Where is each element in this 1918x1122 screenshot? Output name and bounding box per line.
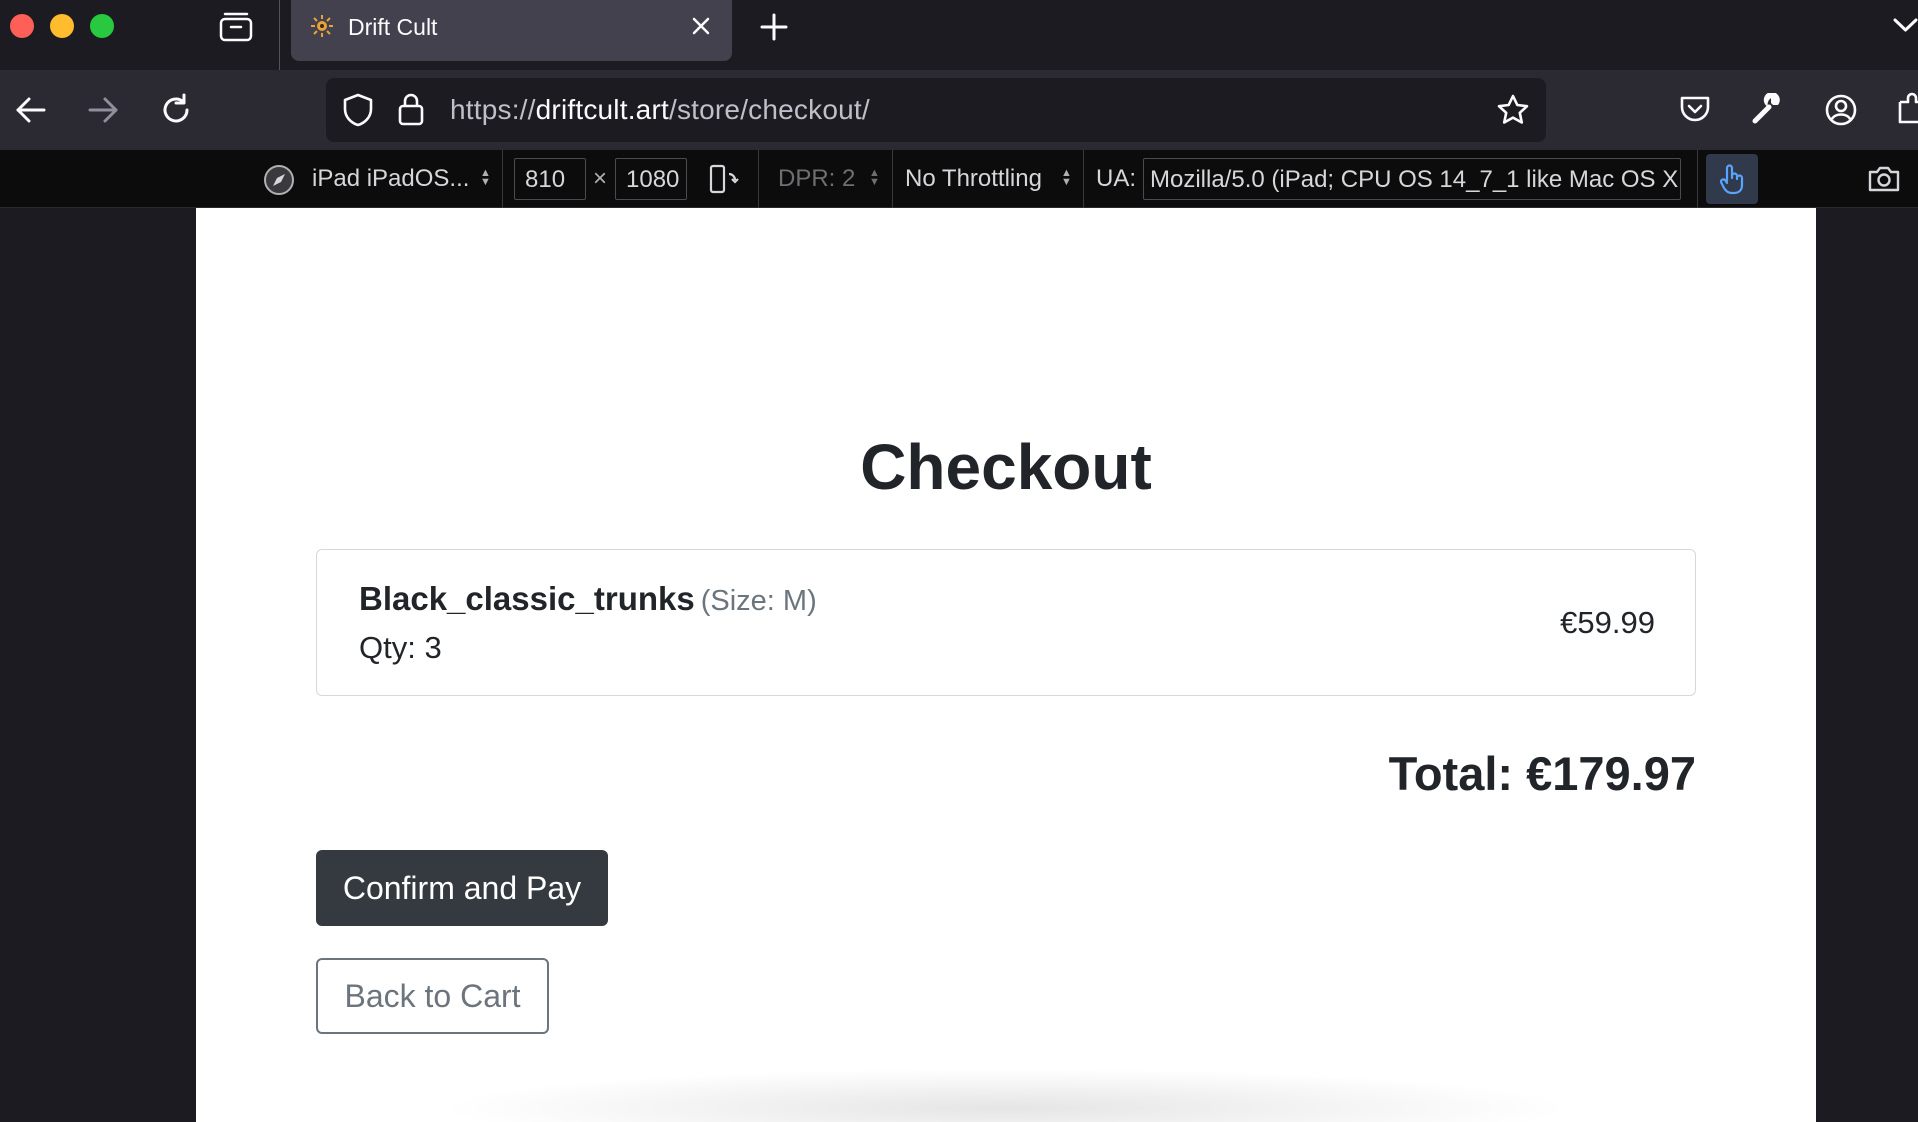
item-price: €59.99 [1560,605,1655,640]
tab-overview-icon[interactable] [219,12,253,42]
item-size: (Size: M) [700,585,817,617]
checkout-item-card: Black_classic_trunks (Size: M) Qty: 3 €59… [316,549,1696,696]
screenshot-icon[interactable] [1867,165,1901,193]
confirm-and-pay-button[interactable]: Confirm and Pay [316,850,608,926]
reload-icon[interactable] [159,93,193,127]
window-close-button[interactable] [10,14,34,38]
forward-icon[interactable] [86,93,120,127]
throttling-arrows-icon[interactable]: ▲ ▼ [1061,168,1072,189]
viewport-width-input[interactable]: 810 [514,158,586,200]
toolbar-separator [892,150,893,208]
close-icon[interactable] [689,14,713,38]
tab-drift-cult[interactable]: Drift Cult [291,0,732,61]
page-viewport: Checkout Black_classic_trunks (Size: M) Q… [196,208,1816,1122]
page-bottom-shadow [436,1068,1576,1122]
toolbar-separator [502,150,503,208]
url-text[interactable]: https://driftcult.art/store/checkout/ [450,94,870,126]
lock-icon[interactable] [398,92,424,126]
window-minimize-button[interactable] [50,14,74,38]
favicon-icon [310,14,334,38]
page-title: Checkout [860,431,1152,503]
url-host: driftcult.art [535,94,669,125]
tab-list-chevron-icon[interactable] [1893,16,1918,36]
throttling-selector[interactable]: No Throttling [905,165,1042,193]
extensions-icon[interactable] [1896,92,1918,128]
shield-icon[interactable] [342,93,374,127]
wrench-icon[interactable] [1751,93,1783,125]
user-agent-input[interactable]: Mozilla/5.0 (iPad; CPU OS 14_7_1 like Ma… [1143,158,1681,200]
browser-tab-bar: Drift Cult [0,0,1918,70]
responsive-design-toolbar: iPad iPadOS... ▲ ▼ 810 × 1080 DPR: 2 ▲ ▼ N… [0,150,1918,208]
dpr-selector[interactable]: DPR: 2 [778,165,855,193]
back-to-cart-button[interactable]: Back to Cart [316,958,549,1034]
toolbar-separator [758,150,759,208]
order-total: Total: €179.97 [1388,747,1696,800]
compass-icon [263,164,295,196]
url-path: /store/checkout/ [668,94,870,125]
device-selector[interactable]: iPad iPadOS... [312,165,469,193]
touch-simulation-icon [1718,163,1746,195]
device-selector-arrows-icon[interactable]: ▲ ▼ [480,168,491,189]
item-name-line: Black_classic_trunks (Size: M) [359,580,817,618]
dpr-arrows-icon[interactable]: ▲ ▼ [869,168,880,189]
navigation-toolbar: https://driftcult.art/store/checkout/ [0,70,1918,150]
window-zoom-button[interactable] [90,14,114,38]
new-tab-icon[interactable] [760,13,788,41]
ua-label: UA: [1096,165,1137,192]
url-bar[interactable]: https://driftcult.art/store/checkout/ [326,78,1546,142]
item-name: Black_classic_trunks [359,580,695,617]
dimension-times: × [593,165,608,192]
viewport-height-input[interactable]: 1080 [615,158,687,200]
rotate-device-icon[interactable] [708,164,740,194]
item-quantity: Qty: 3 [359,630,442,665]
back-icon[interactable] [14,93,48,127]
toolbar-separator [1083,150,1084,208]
touch-simulation-button[interactable] [1706,154,1758,204]
account-icon[interactable] [1824,93,1858,127]
tab-separator [279,0,280,70]
bookmark-star-icon[interactable] [1496,93,1530,127]
tab-title: Drift Cult [348,14,438,40]
pocket-icon[interactable] [1679,94,1711,124]
url-scheme: https:// [450,94,536,125]
toolbar-separator [1697,150,1698,208]
